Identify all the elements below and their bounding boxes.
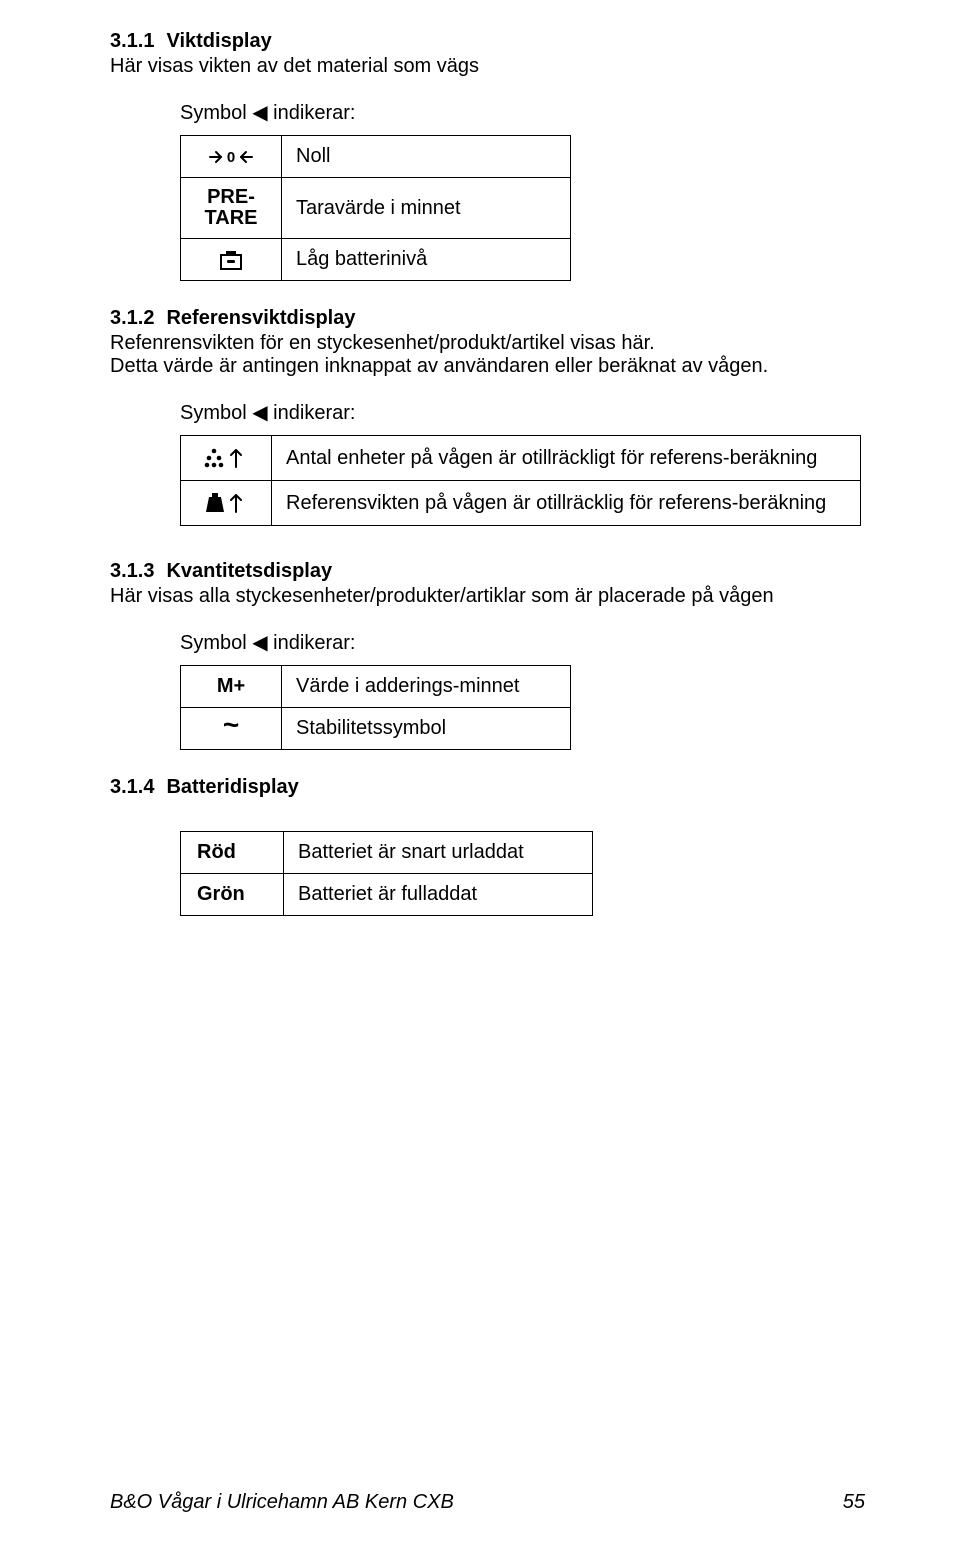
heading-3-1-4: 3.1.4 Batteridisplay <box>110 776 865 799</box>
battery-low-icon <box>181 239 282 281</box>
section-intro: Här visas alla styckesenheter/produkter/… <box>110 585 865 608</box>
cell-label: Taravärde i minnet <box>282 178 571 239</box>
heading-3-1-3: 3.1.3 Kvantitetsdisplay <box>110 560 865 583</box>
row-tag: Grön <box>181 874 284 916</box>
viktdisplay-table: 0 Noll PRE- TARE Taravärde i minnet <box>180 135 571 281</box>
cell-label: Antal enheter på vågen är otillräckligt … <box>272 436 861 481</box>
heading-3-1-1: 3.1.1 Viktdisplay <box>110 30 865 53</box>
table-row: ~ Stabilitetssymbol <box>181 708 571 750</box>
heading-title: Referensviktdisplay <box>166 307 355 329</box>
heading-number: 3.1.2 <box>110 307 154 329</box>
section-intro-line1: Refenrensvikten för en styckesenhet/prod… <box>110 332 865 355</box>
heading-title: Viktdisplay <box>166 30 271 52</box>
kvantitet-table: M+ Värde i adderings-minnet ~ Stabilitet… <box>180 665 571 750</box>
table-row: 0 Noll <box>181 136 571 178</box>
heading-title: Kvantitetsdisplay <box>166 560 332 582</box>
stability-tilde-symbol: ~ <box>181 708 282 750</box>
symbol-indicates-line: Symbol ◀ indikerar: <box>180 630 865 655</box>
footer-source: B&O Vågar i Ulricehamn AB Kern CXB <box>110 1491 454 1514</box>
symbol-indicates-line: Symbol ◀ indikerar: <box>180 100 865 125</box>
table-row: Röd Batteriet är snart urladdat <box>181 832 593 874</box>
sample-units-up-icon <box>181 436 272 481</box>
single-weight-up-icon <box>181 481 272 526</box>
cell-label: Batteriet är fulladdat <box>284 874 593 916</box>
table-row: PRE- TARE Taravärde i minnet <box>181 178 571 239</box>
m-plus-symbol: M+ <box>181 666 282 708</box>
cell-label: Värde i adderings-minnet <box>282 666 571 708</box>
section-intro: Här visas vikten av det material som väg… <box>110 55 865 78</box>
table-row: Antal enheter på vågen är otillräckligt … <box>181 436 861 481</box>
heading-3-1-2: 3.1.2 Referensviktdisplay <box>110 307 865 330</box>
svg-text:0: 0 <box>227 149 235 166</box>
cell-label: Noll <box>282 136 571 178</box>
heading-number: 3.1.1 <box>110 30 154 52</box>
zero-arrows-icon: 0 <box>181 136 282 178</box>
heading-number: 3.1.3 <box>110 560 154 582</box>
heading-title: Batteridisplay <box>166 776 298 798</box>
section-intro-line2: Detta värde är antingen inknappat av anv… <box>110 355 865 378</box>
table-row: Referensvikten på vågen är otillräcklig … <box>181 481 861 526</box>
referensvikt-table: Antal enheter på vågen är otillräckligt … <box>180 435 861 526</box>
table-row: M+ Värde i adderings-minnet <box>181 666 571 708</box>
table-row: Grön Batteriet är fulladdat <box>181 874 593 916</box>
cell-label: Referensvikten på vågen är otillräcklig … <box>272 481 861 526</box>
heading-number: 3.1.4 <box>110 776 154 798</box>
row-tag: Röd <box>181 832 284 874</box>
table-row: Låg batterinivå <box>181 239 571 281</box>
pre-tare-label: PRE- TARE <box>181 178 282 239</box>
cell-label: Batteriet är snart urladdat <box>284 832 593 874</box>
page-footer: B&O Vågar i Ulricehamn AB Kern CXB 55 <box>110 1491 865 1514</box>
cell-label: Stabilitetssymbol <box>282 708 571 750</box>
batteri-table: Röd Batteriet är snart urladdat Grön Bat… <box>180 831 593 916</box>
symbol-indicates-line: Symbol ◀ indikerar: <box>180 400 865 425</box>
cell-label: Låg batterinivå <box>282 239 571 281</box>
footer-page-number: 55 <box>843 1491 865 1514</box>
